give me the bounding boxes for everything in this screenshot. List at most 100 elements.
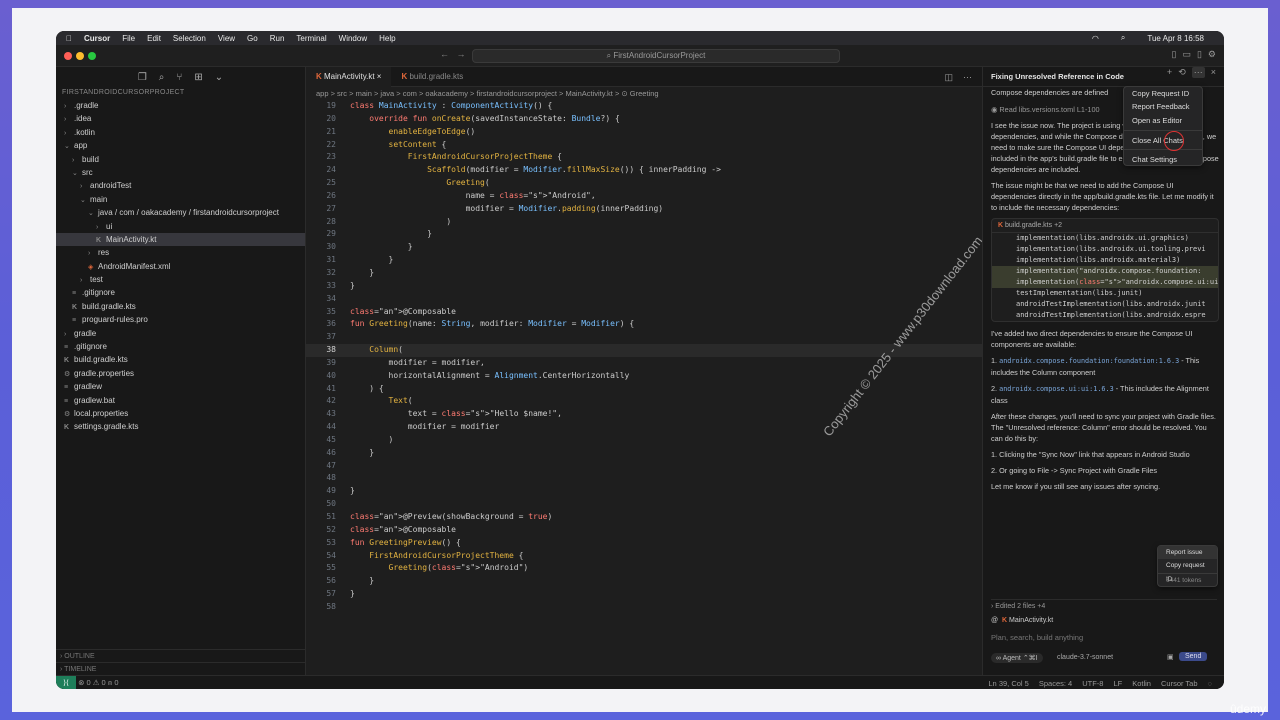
tree-item[interactable]: › build (56, 153, 305, 166)
menu-view[interactable]: View (218, 34, 235, 43)
menu-chat-settings[interactable]: Chat Settings (1124, 149, 1202, 165)
menu-open-as-editor[interactable]: Open as Editor (1124, 114, 1202, 127)
menu-copy-request-id[interactable]: Copy Request ID (1124, 87, 1202, 100)
timeline-section[interactable]: › TIMELINE (56, 662, 306, 675)
code-line[interactable]: 31 } (306, 254, 982, 267)
code-line[interactable]: 29 } (306, 228, 982, 241)
menu-terminal[interactable]: Terminal (296, 34, 326, 43)
code-line[interactable]: 25 Greeting( (306, 177, 982, 190)
code-line[interactable]: 52 class="an">@Composable (306, 524, 982, 537)
more-icon[interactable]: ⋯ (963, 72, 972, 83)
tree-item[interactable]: ⚙ gradle.properties (56, 367, 305, 380)
tree-item[interactable]: ⌄ src (56, 166, 305, 179)
cursor-tab[interactable]: Cursor Tab (1161, 679, 1198, 688)
tree-item[interactable]: › androidTest (56, 179, 305, 192)
apple-icon[interactable]:  (66, 34, 72, 43)
more-icon[interactable]: ⋯ (1191, 67, 1205, 78)
files-icon[interactable]: ❐ (138, 72, 147, 83)
model-select[interactable]: claude-3.7-sonnet (1057, 654, 1113, 661)
context-chip[interactable]: @ K MainActivity.kt (991, 617, 1053, 624)
code-line[interactable]: 53 fun GreetingPreview() { (306, 537, 982, 550)
chevron-down-icon[interactable]: ⌄ (215, 72, 223, 83)
history-icon[interactable]: ⟲ (1178, 67, 1186, 78)
breadcrumb[interactable]: app > src > main > java > com > oakacade… (306, 87, 982, 100)
code-line[interactable]: 21 enableEdgeToEdge() (306, 126, 982, 139)
tree-item[interactable]: › .gradle (56, 99, 305, 112)
tree-item[interactable]: ⌄ app (56, 139, 305, 152)
code-line[interactable]: 33} (306, 280, 982, 293)
tree-item[interactable]: › res (56, 246, 305, 259)
tree-item[interactable]: Ksettings.gradle.kts (56, 420, 305, 433)
image-icon[interactable]: ▣ (1167, 653, 1174, 661)
code-line[interactable]: 54 FirstAndroidCursorProjectTheme { (306, 550, 982, 563)
split-editor-icon[interactable]: ◫ (944, 72, 953, 83)
code-line[interactable]: 34 (306, 293, 982, 306)
menu-app[interactable]: Cursor (84, 34, 110, 43)
wifi-icon[interactable]: ◠ (1092, 34, 1099, 43)
toggle-panel-icon[interactable]: ▭ (1182, 49, 1191, 60)
tree-item[interactable]: ≡ .gitignore (56, 340, 305, 353)
toggle-aux-icon[interactable]: ▯ (1197, 49, 1202, 60)
extensions-icon[interactable]: ⊞ (194, 72, 202, 83)
tree-item[interactable]: ⌄ java / com / oakacademy / firstandroidc… (56, 206, 305, 219)
back-arrow-icon[interactable]: ← (440, 49, 449, 59)
edited-files[interactable]: › Edited 2 files +4 (991, 599, 1217, 613)
code-line[interactable]: 55 Greeting(class="s">"Android") (306, 562, 982, 575)
menu-run[interactable]: Run (270, 34, 285, 43)
code-line[interactable]: 58 (306, 601, 982, 614)
code-line[interactable]: 46 } (306, 447, 982, 460)
menu-file[interactable]: File (122, 34, 135, 43)
tree-item[interactable]: › test (56, 273, 305, 286)
send-button[interactable]: Send (1179, 652, 1208, 661)
tree-item[interactable]: ◈ AndroidManifest.xml (56, 260, 305, 273)
chat-input[interactable]: Plan, search, build anything (991, 633, 1217, 642)
menu-selection[interactable]: Selection (173, 34, 206, 43)
tree-item[interactable]: Kbuild.gradle.kts (56, 300, 305, 313)
language-mode[interactable]: Kotlin (1132, 679, 1151, 688)
code-line[interactable]: 32 } (306, 267, 982, 280)
tree-item[interactable]: ⚙ local.properties (56, 407, 305, 420)
menu-copy-request-id-2[interactable]: Copy request ID (1158, 559, 1217, 582)
search-icon[interactable]: ⌕ (1121, 33, 1125, 43)
tree-item[interactable]: Kbuild.gradle.kts (56, 353, 305, 366)
code-line[interactable]: 36 fun Greeting(name: String, modifier: M… (306, 318, 982, 331)
tree-item[interactable]: ≡ gradlew (56, 380, 305, 393)
search-icon[interactable]: ⌕ (159, 72, 165, 83)
tree-item[interactable]: K MainActivity.kt (56, 232, 305, 247)
tree-item[interactable]: › gradle (56, 327, 305, 340)
tree-item[interactable]: › .idea (56, 112, 305, 125)
code-line[interactable]: 37 (306, 331, 982, 344)
tree-item[interactable]: ⌄ main (56, 193, 305, 206)
code-line[interactable]: 27 modifier = Modifier.padding(innerPadd… (306, 203, 982, 216)
code-line[interactable]: 50 (306, 498, 982, 511)
project-header[interactable]: FIRSTANDROIDCURSORPROJECT (56, 87, 305, 99)
tree-item[interactable]: › .kotlin (56, 126, 305, 139)
close-icon[interactable]: × (1211, 67, 1216, 78)
menu-report-feedback[interactable]: Report Feedback (1124, 100, 1202, 113)
code-line[interactable]: 43 text = class="s">"Hello $name!", (306, 408, 982, 421)
command-center-search[interactable]: ⌕ FirstAndroidCursorProject (472, 49, 840, 63)
tab-build-gradle[interactable]: K build.gradle.kts (391, 67, 473, 87)
code-line[interactable]: 35 class="an">@Composable (306, 306, 982, 319)
code-line[interactable]: 44 modifier = modifier (306, 421, 982, 434)
line-ending[interactable]: LF (1113, 679, 1122, 688)
code-line[interactable]: 49} (306, 485, 982, 498)
bell-icon[interactable]: ◌ (1208, 679, 1212, 688)
forward-arrow-icon[interactable]: → (457, 49, 466, 59)
tree-item[interactable]: ≡ gradlew.bat (56, 394, 305, 407)
code-line[interactable]: 20 override fun onCreate(savedInstanceSt… (306, 113, 982, 126)
code-line[interactable]: 42 Text( (306, 395, 982, 408)
toggle-sidebar-icon[interactable]: ▯ (1172, 49, 1177, 60)
problems-count[interactable]: ⊗ 0 ⚠ 0 ⍝ 0 (78, 678, 118, 688)
code-line[interactable]: 19 class MainActivity : ComponentActivity… (306, 100, 982, 113)
clock[interactable]: Tue Apr 8 16:58 (1147, 34, 1204, 43)
source-control-icon[interactable]: ⑂ (176, 72, 182, 83)
encoding[interactable]: UTF-8 (1082, 679, 1103, 688)
code-line[interactable]: 23 FirstAndroidCursorProjectTheme { (306, 151, 982, 164)
tree-item[interactable]: ≡ .gitignore (56, 286, 305, 299)
menu-help[interactable]: Help (379, 34, 395, 43)
minimize-window-button[interactable] (76, 52, 84, 60)
code-line[interactable]: 48 (306, 472, 982, 485)
menu-window[interactable]: Window (339, 34, 367, 43)
remote-icon[interactable]: ⟩⟨ (56, 676, 76, 689)
